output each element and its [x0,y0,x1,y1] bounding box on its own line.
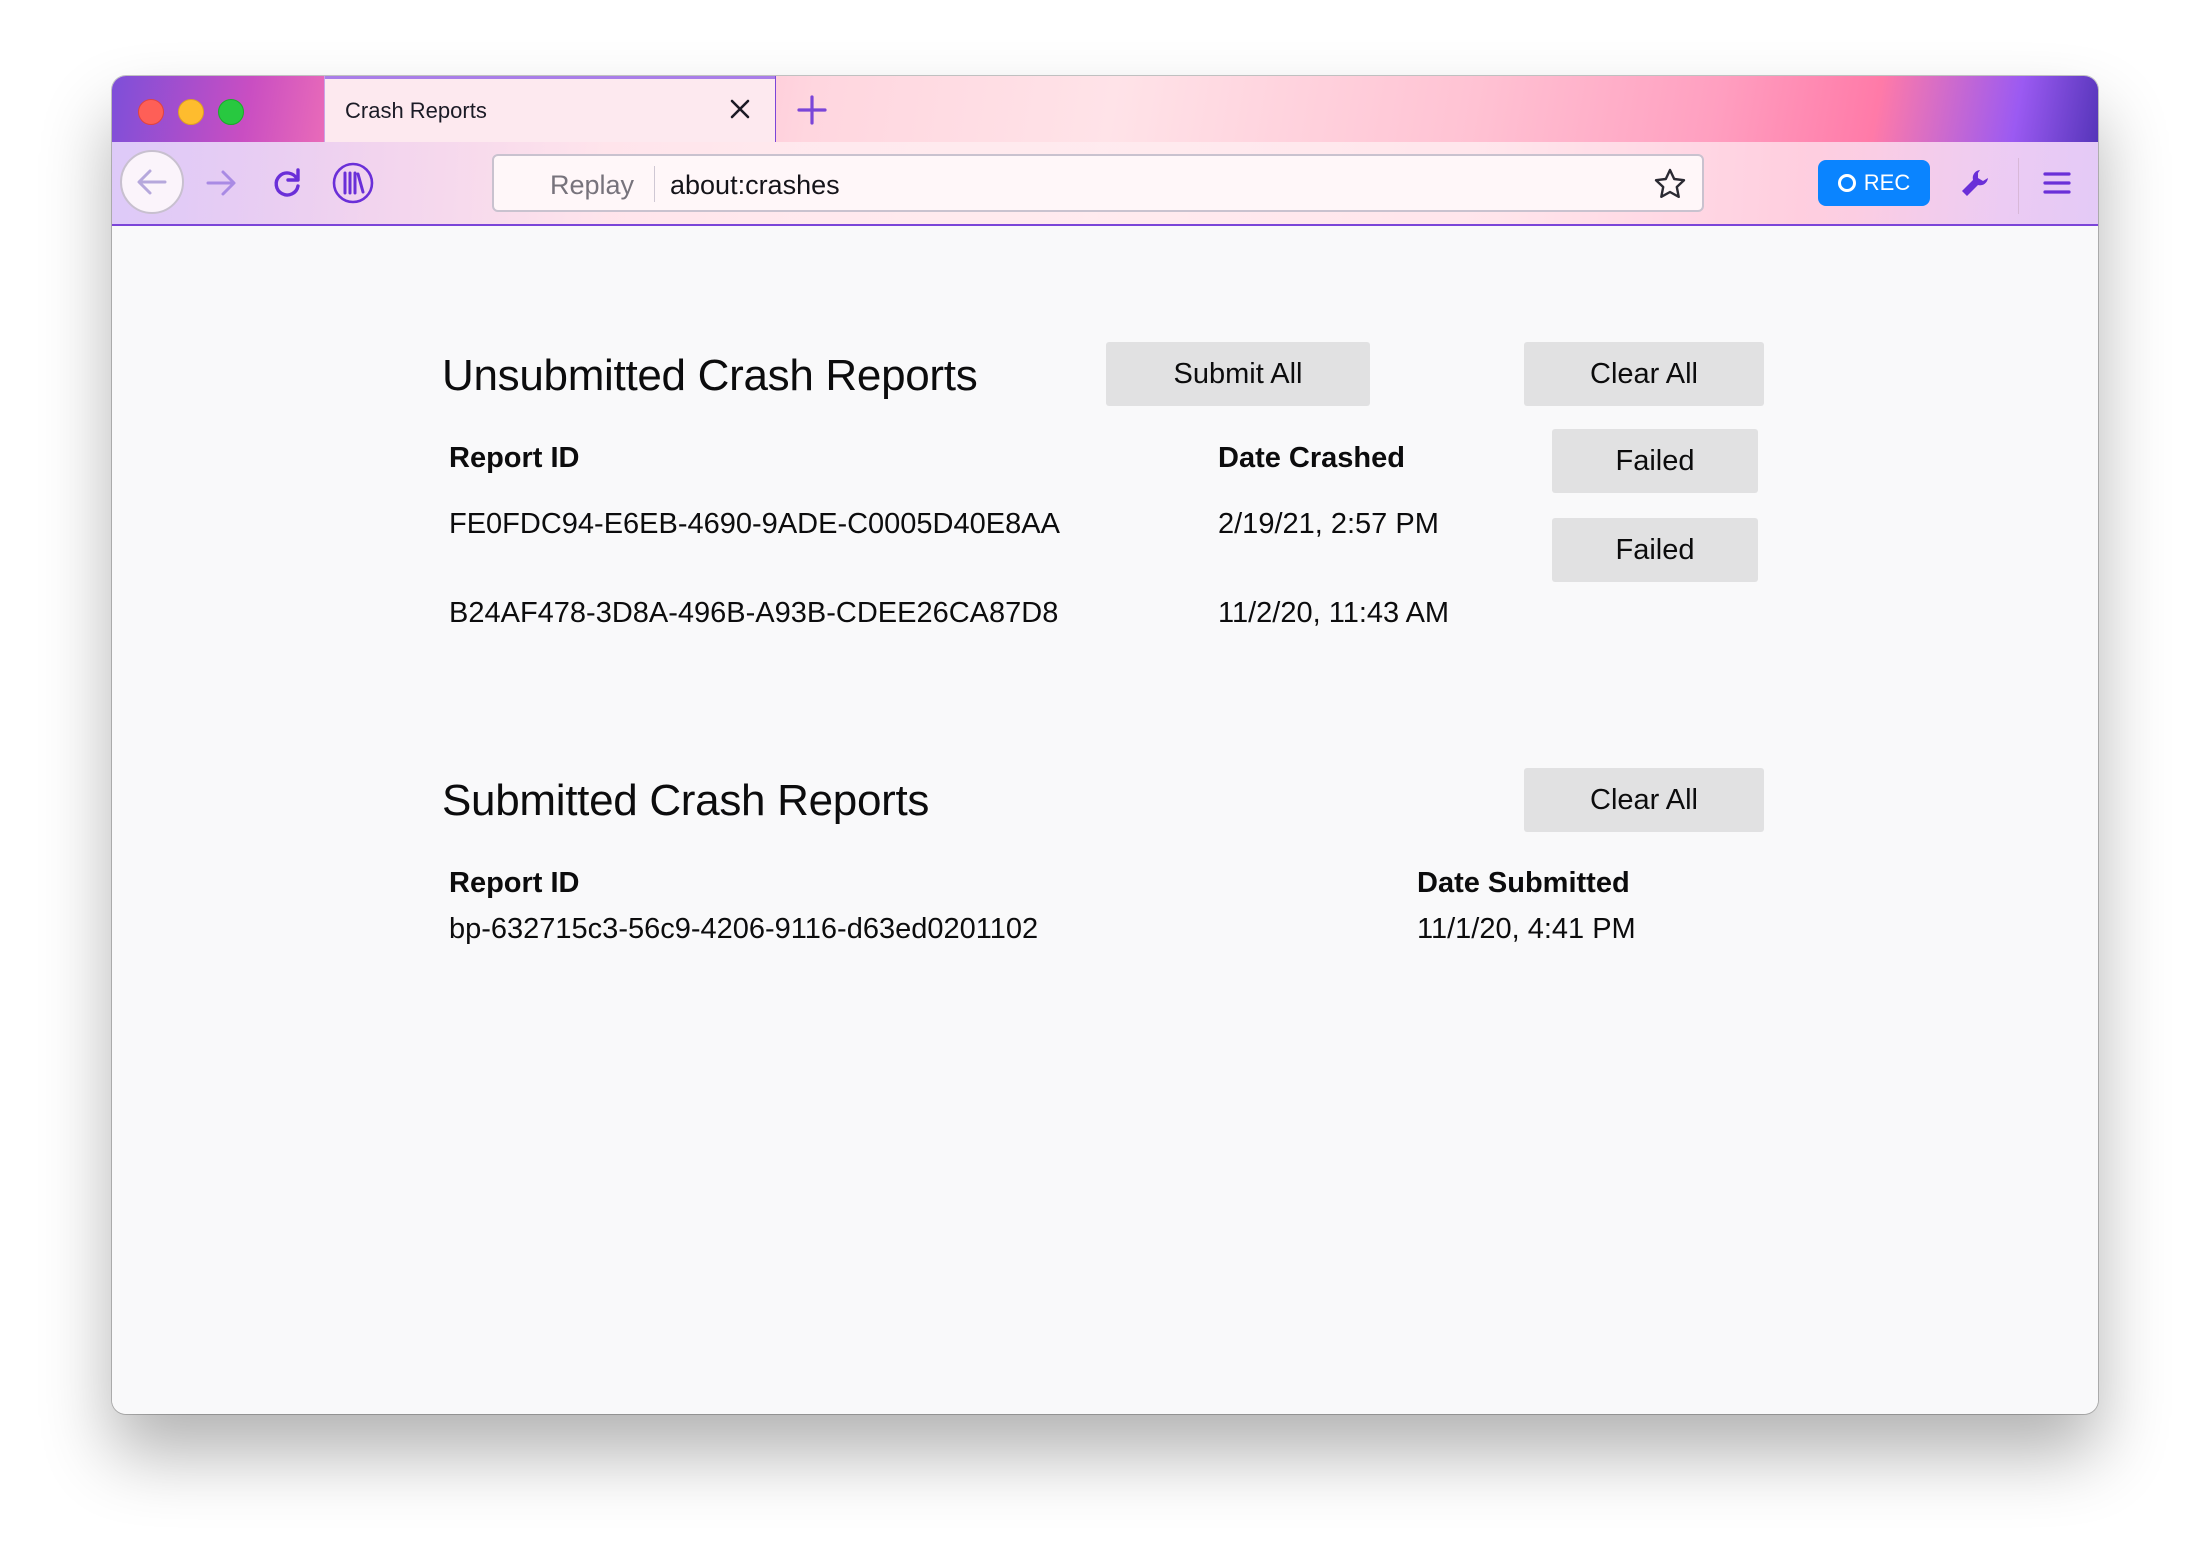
submit-all-button[interactable]: Submit All [1106,342,1370,406]
unsubmitted-row-2-status-button[interactable]: Failed [1552,518,1758,582]
page-content: Unsubmitted Crash Reports Submit All Cle… [112,226,2098,1414]
tab-title: Crash Reports [345,98,487,123]
status-label: Failed [1615,444,1695,477]
zoom-window-button[interactable] [218,99,244,125]
clear-all-submitted-button[interactable]: Clear All [1524,768,1764,832]
submitted-col-date-submitted: Date Submitted [1417,867,1630,899]
hamburger-menu-icon[interactable] [2032,158,2082,208]
reload-icon[interactable] [262,158,312,208]
wrench-icon[interactable] [1950,158,2000,208]
browser-window: Crash Reports Replay about:crashes REC U… [112,76,2098,1414]
unsubmitted-row-1-id[interactable]: FE0FDC94-E6EB-4690-9ADE-C0005D40E8AA [449,508,1060,541]
unsubmitted-row-2-id[interactable]: B24AF478-3D8A-496B-A93B-CDEE26CA87D8 [449,597,1058,630]
clear-all-unsubmitted-button[interactable]: Clear All [1524,342,1764,406]
plus-icon[interactable] [792,90,832,130]
close-icon[interactable] [723,92,757,126]
url-bar[interactable]: Replay about:crashes [492,154,1704,212]
unsubmitted-section-title: Unsubmitted Crash Reports [442,351,978,400]
tab-crash-reports[interactable]: Crash Reports [324,76,776,142]
submitted-section-title: Submitted Crash Reports [442,776,930,825]
url-text[interactable]: about:crashes [670,170,840,201]
library-icon[interactable] [326,156,380,210]
rec-label: REC [1863,170,1911,195]
unsubmitted-col-date-crashed: Date Crashed [1218,442,1405,474]
unsubmitted-row-2-date: 11/2/20, 11:43 AM [1218,597,1450,629]
star-icon[interactable] [1652,166,1688,202]
unsubmitted-row-1-status-button[interactable]: Failed [1552,429,1758,493]
submitted-row-1-id[interactable]: bp-632715c3-56c9-4206-9116-d63ed0201102 [449,913,1038,946]
close-window-button[interactable] [138,99,164,125]
toolbar-separator [2018,158,2019,214]
url-separator [654,166,655,202]
browser-chrome: Crash Reports Replay about:crashes REC [112,76,2098,226]
unsubmitted-col-report-id: Report ID [449,442,580,474]
status-label: Failed [1615,533,1695,566]
forward-arrow-icon[interactable] [196,158,246,208]
minimize-window-button[interactable] [178,99,204,125]
url-prefix-label: Replay [550,170,635,200]
rec-button[interactable]: REC [1818,160,1930,206]
submitted-row-1-date: 11/1/20, 4:41 PM [1417,913,1636,945]
submitted-col-report-id: Report ID [449,867,580,899]
back-arrow-icon[interactable] [120,150,184,214]
record-icon [1837,174,1856,192]
unsubmitted-row-1-date: 2/19/21, 2:57 PM [1218,508,1439,540]
